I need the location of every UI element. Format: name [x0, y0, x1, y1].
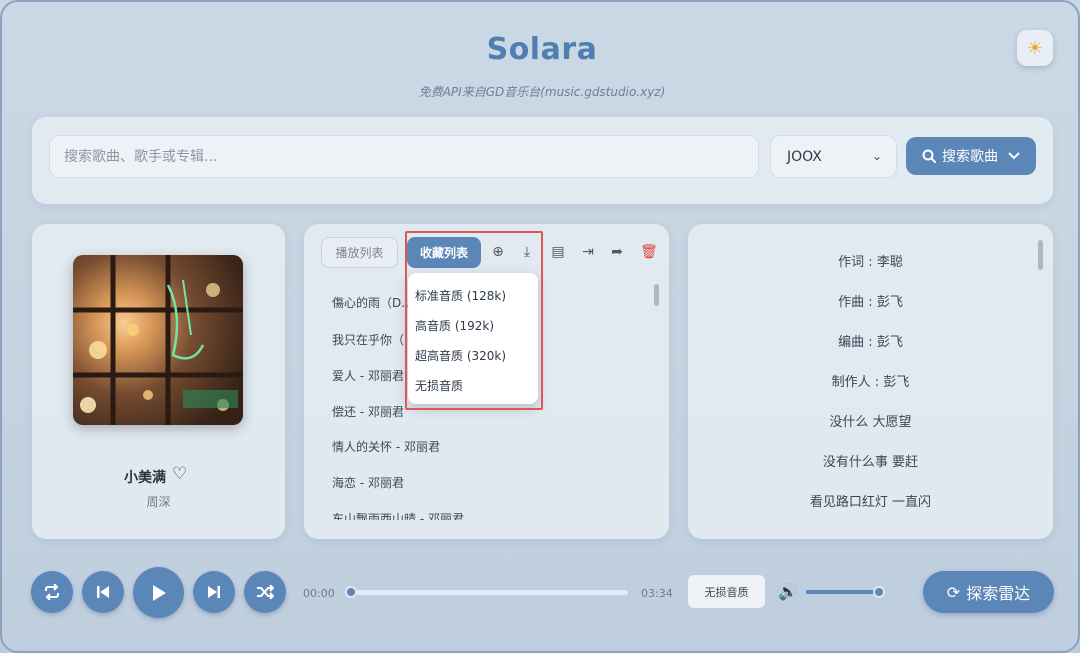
list-item[interactable]: 海恋 - 邓丽君 [332, 474, 404, 491]
volume-handle[interactable] [873, 586, 885, 598]
heart-icon[interactable]: ♡ [172, 464, 187, 484]
chevron-down-icon [1008, 152, 1020, 160]
app-window: Solara 免费API来自GD音乐台(music.gdstudio.xyz) … [0, 0, 1080, 653]
radar-icon: ⟳ [946, 582, 961, 602]
list-item[interactable]: 偿还 - 邓丽君 [332, 403, 404, 420]
shuffle-icon [257, 585, 274, 599]
progress-bar[interactable] [345, 590, 628, 595]
lyrics-scrollbar[interactable] [1038, 240, 1043, 270]
list-item[interactable]: 我只在乎你（... [332, 331, 415, 348]
total-time: 03:34 [641, 587, 673, 600]
source-select[interactable]: JOOX ⌄ [770, 135, 897, 178]
search-icon [922, 149, 936, 163]
play-button[interactable] [133, 567, 184, 618]
trash-icon[interactable]: 🗑 [640, 244, 658, 260]
play-icon [152, 584, 166, 601]
lyric-line: 没有什么事 要赶 [822, 455, 919, 470]
theme-toggle-button[interactable]: ☀ [1017, 30, 1053, 66]
skip-back-icon [97, 586, 109, 598]
tab-playlist[interactable]: 播放列表 [321, 237, 398, 268]
search-button[interactable]: 搜索歌曲 [906, 137, 1036, 175]
lyric-line: 编曲 : 彭飞 [838, 335, 903, 350]
source-select-value: JOOX [787, 148, 822, 165]
list-item[interactable]: 情人的关怀 - 邓丽君 [332, 438, 440, 455]
lyric-line: 作曲 : 彭飞 [838, 295, 903, 310]
list-item[interactable]: 爱人 - 邓丽君 [332, 367, 404, 384]
explore-radar-button[interactable]: ⟳ 探索雷达 [923, 571, 1054, 613]
lyric-line: 没什么 大愿望 [829, 415, 912, 430]
volume-icon[interactable]: 🔊 [778, 582, 798, 601]
highlight-box [405, 231, 543, 410]
search-input[interactable] [49, 135, 759, 178]
lyric-line: 看见路口红灯 一直闪 [809, 495, 932, 510]
export-icon[interactable]: ➦ [609, 244, 625, 260]
shuffle-button[interactable] [244, 571, 286, 613]
list-item[interactable]: 东山飘雨西山晴 - 邓丽君 [332, 510, 464, 520]
import-icon[interactable]: ⇥ [580, 244, 596, 260]
song-title: 小美满 [124, 470, 166, 486]
song-artist: 周深 [146, 495, 171, 509]
chevron-down-icon: ⌄ [871, 149, 882, 163]
previous-button[interactable] [82, 571, 124, 613]
repeat-button[interactable] [31, 571, 73, 613]
volume-slider[interactable] [806, 590, 880, 594]
list-icon[interactable]: ▤ [550, 244, 566, 260]
progress-handle[interactable] [345, 586, 357, 598]
app-title: Solara [486, 32, 598, 67]
next-button[interactable] [193, 571, 235, 613]
lyric-line: 作词 : 李聪 [838, 255, 903, 270]
explore-radar-label: 探索雷达 [966, 584, 1031, 603]
sun-icon: ☀ [1026, 37, 1044, 59]
search-button-label: 搜索歌曲 [942, 149, 998, 165]
lyric-line: 制作人 : 彭飞 [831, 375, 910, 390]
skip-forward-icon [208, 586, 220, 598]
quality-button[interactable]: 无损音质 [688, 575, 765, 608]
repeat-icon [45, 584, 59, 600]
list-item[interactable]: 傷心的雨（D... [332, 294, 413, 311]
app-subtitle: 免费API来自GD音乐台(music.gdstudio.xyz) [418, 85, 666, 99]
current-time: 00:00 [303, 587, 335, 600]
playlist-scrollbar[interactable] [654, 284, 659, 306]
album-cover [73, 255, 243, 425]
